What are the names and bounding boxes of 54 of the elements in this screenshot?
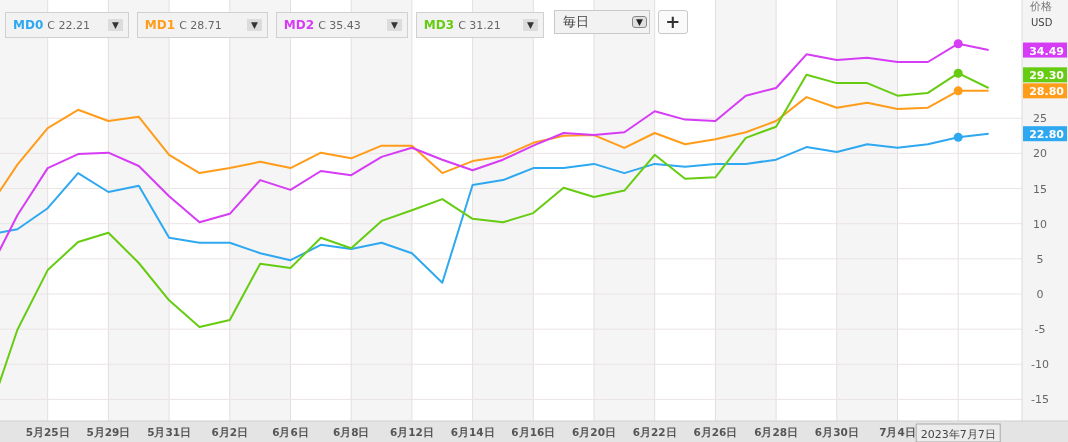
- period-select[interactable]: 毎日 ▼: [553, 10, 650, 34]
- price-tag: 22.80: [1023, 126, 1067, 142]
- axis-label: 5: [1036, 252, 1044, 266]
- dropdown-button[interactable]: ▼: [631, 16, 647, 28]
- dropdown-button[interactable]: ▼: [522, 19, 538, 31]
- axis-label: -15: [1031, 393, 1049, 407]
- marker-dot: [953, 132, 963, 142]
- axis-label: 20: [1033, 147, 1047, 161]
- axis-label: 6月20日: [572, 426, 616, 438]
- axis-label: 6月2日: [211, 426, 249, 438]
- series-name: MD0: [13, 18, 44, 32]
- period-value: 毎日: [562, 13, 589, 31]
- close-value: C 22.21: [47, 18, 90, 32]
- add-button[interactable]: +: [657, 10, 688, 34]
- series-selector[interactable]: MD0 C 22.21 ▼: [5, 12, 129, 38]
- close-value: C 28.71: [179, 18, 222, 32]
- axis-label: 10: [1033, 217, 1047, 231]
- axis-label: -10: [1031, 358, 1049, 372]
- dropdown-button[interactable]: ▼: [107, 19, 123, 31]
- axis-title: 价格: [1030, 0, 1052, 13]
- axis-label: 6月12日: [389, 426, 434, 438]
- series-name: MD1: [144, 18, 176, 32]
- dropdown-button[interactable]: ▼: [246, 19, 262, 31]
- price-tag: 29.30: [1023, 67, 1067, 83]
- axis-unit: USD: [1031, 17, 1053, 28]
- series-selector[interactable]: MD2 C 35.43 ▼: [275, 12, 408, 38]
- axis-label: 6月30日: [814, 426, 859, 438]
- marker-dot: [953, 39, 963, 49]
- close-value: C 35.43: [318, 18, 361, 32]
- marker-dot: [953, 68, 963, 78]
- axis-label: 0: [1036, 288, 1044, 301]
- series-name: MD3: [423, 18, 455, 32]
- axis-label: -5: [1034, 323, 1046, 337]
- series-selector[interactable]: MD3 C 31.21 ▼: [415, 12, 544, 38]
- dropdown-button[interactable]: ▼: [386, 19, 402, 31]
- axis-label: 6月8日: [332, 426, 370, 438]
- close-value: C 31.21: [458, 18, 501, 32]
- series-name: MD2: [283, 18, 315, 32]
- price-tag: 28.80: [1023, 83, 1067, 99]
- axis-label: 6月22日: [632, 426, 677, 438]
- axis-label: 5月31日: [147, 426, 192, 438]
- axis-label: 6月6日: [272, 426, 309, 438]
- axis-label: 5月29日: [86, 426, 131, 438]
- axis-label: 7月4日: [879, 426, 916, 438]
- series-selector[interactable]: MD1 C 28.71 ▼: [136, 12, 268, 38]
- axis-label: 15: [1033, 182, 1047, 196]
- axis-label: 6月14日: [450, 426, 495, 438]
- axis-label: 5月25日: [25, 426, 70, 438]
- axis-label: 6月26日: [693, 426, 738, 438]
- axis-label: 6月16日: [511, 426, 556, 438]
- axis-label: 25: [1033, 112, 1047, 126]
- date-badge: 2023年7月7日: [915, 423, 1001, 442]
- axis-label: 6月28日: [754, 426, 799, 438]
- marker-dot: [953, 86, 963, 96]
